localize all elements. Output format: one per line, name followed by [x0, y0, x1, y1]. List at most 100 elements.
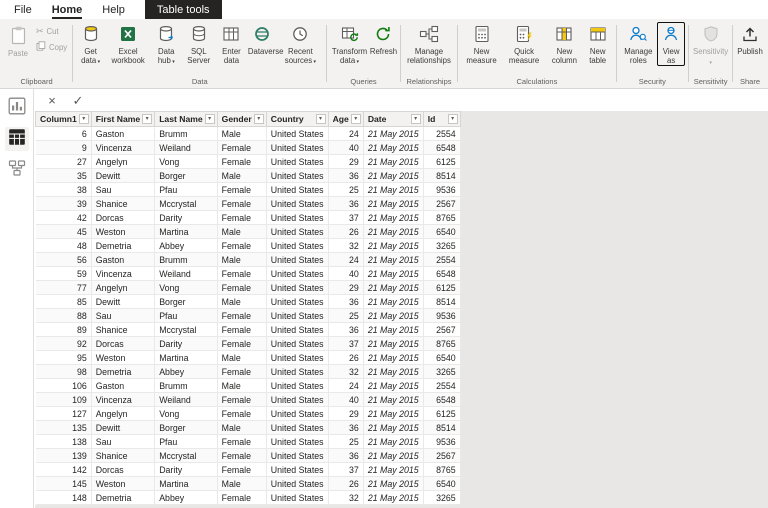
column-filter-dropdown-icon[interactable]: [447, 114, 458, 124]
quick-measure-button[interactable]: Quick measure: [502, 22, 546, 66]
table-row[interactable]: 6 Gaston Brumm Male United States 24 21 May 20…: [35, 126, 461, 141]
sql-server-button[interactable]: SQL Server: [182, 22, 216, 66]
column-filter-dropdown-icon[interactable]: [253, 114, 264, 124]
column-filter-dropdown-icon[interactable]: [350, 114, 361, 124]
tab-home[interactable]: Home: [42, 0, 93, 19]
ribbon-group-queries: Transform data Refresh Queries: [327, 19, 400, 88]
copy-button[interactable]: Copy: [34, 40, 69, 54]
cell-first-name: Vincenza: [91, 140, 156, 155]
cancel-icon[interactable]: ×: [45, 94, 59, 107]
cell-country: United States: [266, 168, 329, 183]
excel-workbook-button[interactable]: Excel workbook: [105, 22, 151, 66]
cell-id: 9536: [423, 182, 461, 197]
cell-last-name: Weiland: [154, 392, 218, 407]
data-table: Column1 First Name Last Name Gender Country A…: [35, 111, 461, 505]
ribbon: Paste ✂ Cut Copy Clipboard Get data ▾ Ex…: [0, 19, 768, 89]
tab-help[interactable]: Help: [92, 0, 135, 19]
refresh-button[interactable]: Refresh: [369, 22, 397, 56]
table-row[interactable]: 142 Dorcas Darity Female United States 37 21 M…: [35, 462, 461, 477]
column-header-date[interactable]: Date: [362, 111, 424, 127]
get-data-label: Get data: [77, 47, 104, 66]
cut-button[interactable]: ✂ Cut: [34, 26, 69, 37]
table-row[interactable]: 89 Shanice Mccrystal Female United States 36 2…: [35, 322, 461, 337]
cell-column1: 35: [35, 168, 92, 183]
table-row[interactable]: 145 Weston Martina Male United States 26 21 Ma…: [35, 476, 461, 491]
view-as-icon: [661, 24, 681, 46]
cell-country: United States: [266, 210, 329, 225]
recent-sources-button[interactable]: Recent sources: [277, 22, 323, 66]
cell-id: 3265: [423, 490, 461, 505]
ribbon-group-relationships: Manage relationships Relationships: [401, 19, 458, 88]
column-header-country[interactable]: Country: [265, 111, 329, 127]
column-header-id[interactable]: Id: [422, 111, 461, 127]
dataverse-button[interactable]: Dataverse: [247, 22, 283, 56]
transform-data-button[interactable]: Transform data: [330, 22, 369, 66]
new-column-button[interactable]: New column: [546, 22, 583, 66]
group-label-relationships: Relationships: [406, 77, 452, 86]
table-row[interactable]: 39 Shanice Mccrystal Female United States 36 2…: [35, 196, 461, 211]
column-header-gender[interactable]: Gender: [216, 111, 267, 127]
manage-relationships-button[interactable]: Manage relationships: [404, 22, 455, 66]
cell-country: United States: [266, 364, 329, 379]
table-row[interactable]: 92 Dorcas Darity Female United States 37 21 Ma…: [35, 336, 461, 351]
get-data-button[interactable]: Get data: [76, 22, 105, 66]
ribbon-group-share: Publish Share: [733, 19, 767, 88]
table-row[interactable]: 48 Demetria Abbey Female United States 32 21 M…: [35, 238, 461, 253]
column-filter-dropdown-icon[interactable]: [142, 114, 153, 124]
new-measure-button[interactable]: New measure: [461, 22, 502, 66]
cell-country: United States: [266, 266, 329, 281]
column-header-column1[interactable]: Column1: [35, 111, 92, 127]
table-row[interactable]: 98 Demetria Abbey Female United States 32 21 M…: [35, 364, 461, 379]
report-view-button[interactable]: [5, 96, 29, 120]
cell-column1: 109: [35, 392, 92, 407]
recent-sources-label: Recent sources: [278, 47, 322, 66]
tab-table-tools[interactable]: Table tools: [144, 0, 222, 19]
view-as-button[interactable]: View as: [657, 22, 686, 66]
table-row[interactable]: 59 Vincenza Weiland Female United States 40 21…: [35, 266, 461, 281]
table-row[interactable]: 148 Demetria Abbey Female United States 32 21 …: [35, 490, 461, 505]
copy-icon: [36, 41, 46, 53]
publish-button[interactable]: Publish: [736, 22, 764, 56]
table-row[interactable]: 135 Dewitt Borger Male United States 36 21 May…: [35, 420, 461, 435]
data-hub-button[interactable]: Data hub: [151, 22, 182, 66]
paste-button[interactable]: Paste: [4, 22, 32, 58]
table-row[interactable]: 88 Sau Pfau Female United States 25 21 May 201…: [35, 308, 461, 323]
sensitivity-button[interactable]: Sensitivity: [692, 22, 729, 67]
new-table-button[interactable]: New table: [583, 22, 613, 66]
cell-country: United States: [266, 252, 329, 267]
table-row[interactable]: 42 Dorcas Darity Female United States 37 21 Ma…: [35, 210, 461, 225]
table-row[interactable]: 56 Gaston Brumm Male United States 24 21 May 2…: [35, 252, 461, 267]
column-header-first-name[interactable]: First Name: [90, 111, 156, 127]
data-view-button[interactable]: [4, 127, 29, 151]
column-header-age[interactable]: Age: [327, 111, 364, 127]
enter-data-button[interactable]: Enter data: [216, 22, 247, 66]
table-row[interactable]: 77 Angelyn Vong Female United States 29 21 May…: [35, 280, 461, 295]
table-row[interactable]: 127 Angelyn Vong Female United States 29 21 Ma…: [35, 406, 461, 421]
column-header-last-name[interactable]: Last Name: [154, 111, 218, 127]
table-row[interactable]: 9 Vincenza Weiland Female United States 40 21 …: [35, 140, 461, 155]
column-filter-dropdown-icon[interactable]: [204, 114, 215, 124]
column-filter-dropdown-icon[interactable]: [315, 114, 326, 124]
model-view-button[interactable]: [5, 158, 29, 182]
column-filter-dropdown-icon[interactable]: [410, 114, 421, 124]
confirm-icon[interactable]: ✓: [71, 94, 85, 107]
table-row[interactable]: 27 Angelyn Vong Female United States 29 21 May…: [35, 154, 461, 169]
tab-file[interactable]: File: [4, 0, 42, 19]
table-row[interactable]: 109 Vincenza Weiland Female United States 40 2…: [35, 392, 461, 407]
cell-column1: 6: [35, 126, 92, 141]
cell-age: 36: [328, 420, 364, 435]
table-row[interactable]: 85 Dewitt Borger Male United States 36 21 May …: [35, 294, 461, 309]
table-row[interactable]: 45 Weston Martina Male United States 26 21 May…: [35, 224, 461, 239]
table-row[interactable]: 106 Gaston Brumm Male United States 24 21 May …: [35, 378, 461, 393]
manage-roles-button[interactable]: Manage roles: [620, 22, 658, 66]
group-label-security: Security: [638, 77, 666, 86]
column-filter-dropdown-icon[interactable]: [78, 114, 89, 124]
table-row[interactable]: 38 Sau Pfau Female United States 25 21 May 201…: [35, 182, 461, 197]
table-row[interactable]: 138 Sau Pfau Female United States 25 21 May 20…: [35, 434, 461, 449]
table-row[interactable]: 95 Weston Martina Male United States 26 21 May…: [35, 350, 461, 365]
new-table-label: New table: [589, 47, 607, 66]
table-row[interactable]: 35 Dewitt Borger Male United States 36 21 May …: [35, 168, 461, 183]
group-label-calculations: Calculations: [516, 77, 558, 86]
column-header-label: First Name: [95, 114, 141, 124]
table-row[interactable]: 139 Shanice Mccrystal Female United States 36…: [35, 448, 461, 463]
